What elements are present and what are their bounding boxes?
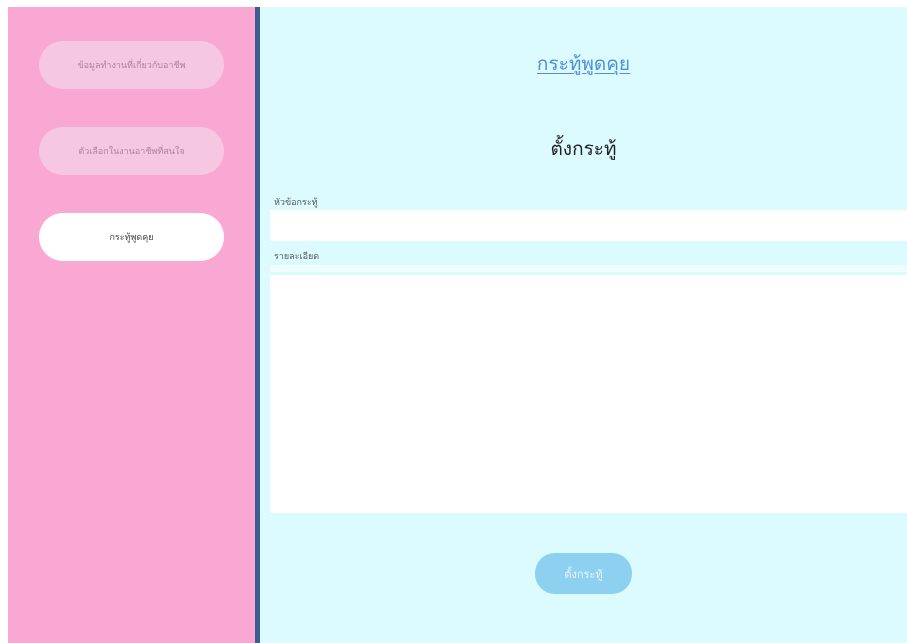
topic-input[interactable] [270,210,907,241]
page-title-link[interactable]: กระทู้พูดคุย [260,49,907,79]
detail-label: รายละเอียด [274,252,320,262]
sidebar-item-discussion[interactable]: กระทู้พูดคุย [39,213,224,261]
sidebar-item-label: ข้อมูลทำงานที่เกี่ยวกับอาชีพ [77,61,186,71]
sidebar-item-label: ตัวเลือกในงานอาชีพที่สนใจ [78,147,185,157]
submit-topic-label: ตั้งกระทู้ [564,567,603,581]
main-content: กระทู้พูดคุย ตั้งกระทู้ หัวข้อกระทู้ ราย… [260,7,907,643]
form-heading: ตั้งกระทู้ [550,138,617,160]
sidebar-item-career-info[interactable]: ข้อมูลทำงานที่เกี่ยวกับอาชีพ [39,41,224,89]
sidebar-item-career-options[interactable]: ตัวเลือกในงานอาชีพที่สนใจ [39,127,224,175]
topic-label: หัวข้อกระทู้ [274,198,318,208]
detail-field-strip [270,265,907,272]
submit-topic-button[interactable]: ตั้งกระทู้ [535,553,632,594]
sidebar-item-label: กระทู้พูดคุย [109,233,154,243]
app-frame: ข้อมูลทำงานที่เกี่ยวกับอาชีพ ตัวเลือกในง… [8,7,907,643]
detail-textarea[interactable] [270,275,907,513]
sidebar: ข้อมูลทำงานที่เกี่ยวกับอาชีพ ตัวเลือกในง… [8,7,255,643]
